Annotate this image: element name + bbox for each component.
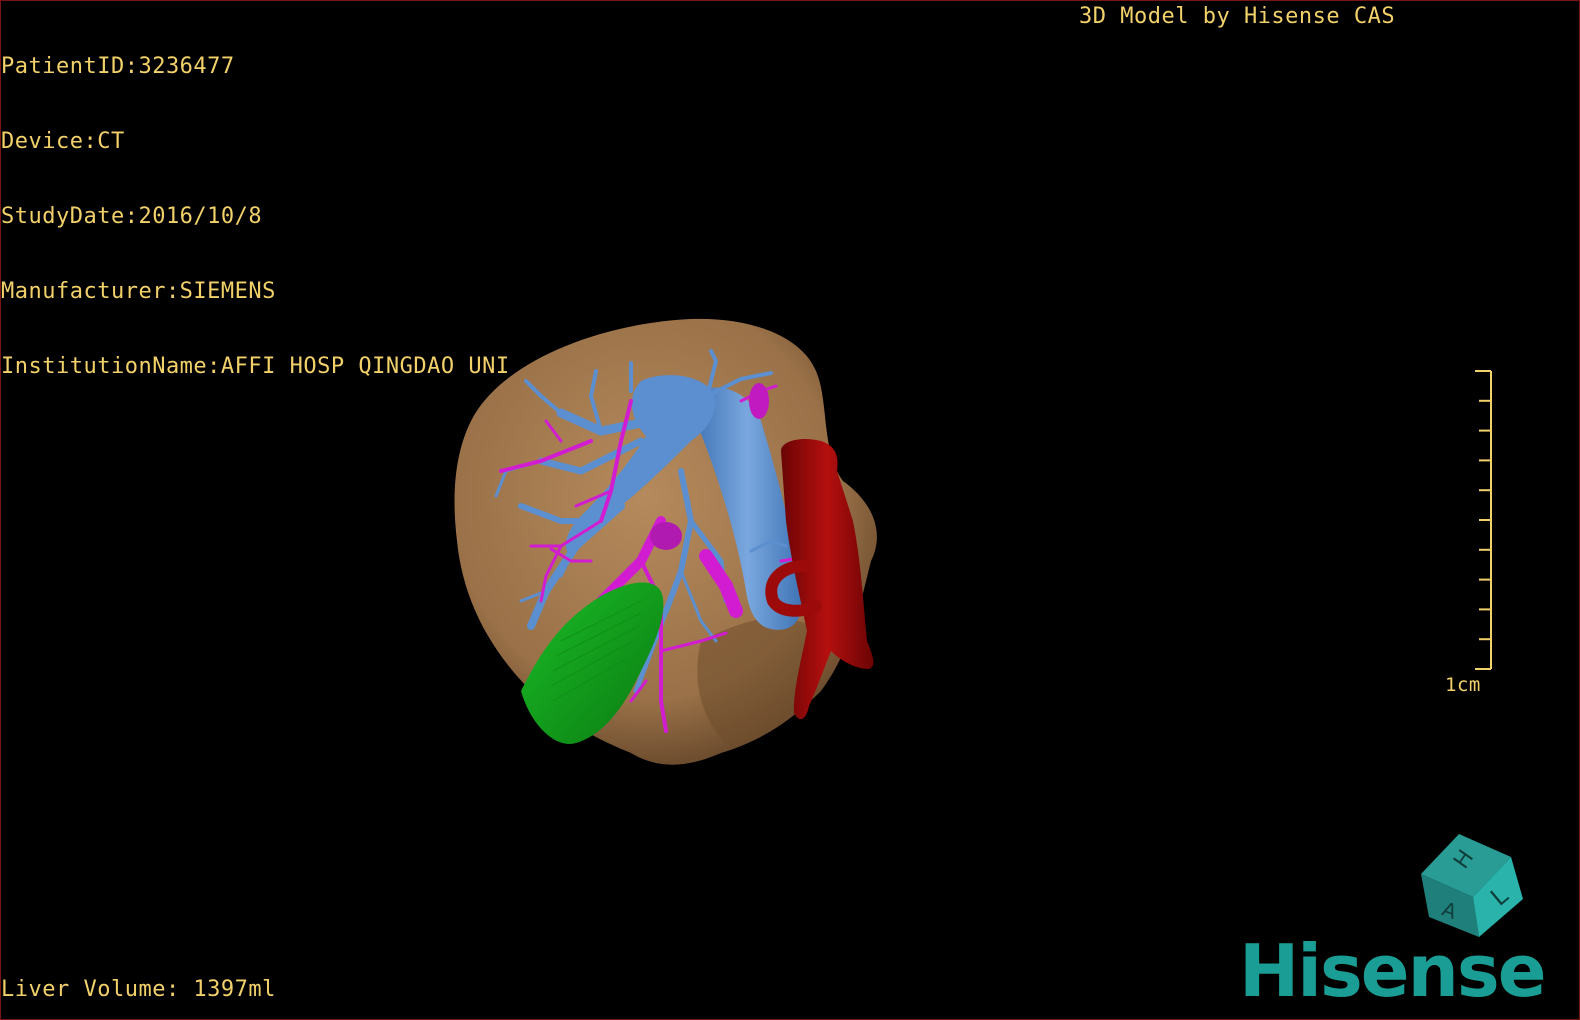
artery-bulb-right — [749, 383, 769, 419]
model-brand-caption: 3D Model by Hisense CAS — [1079, 4, 1396, 29]
scale-bar-label: 1cm — [1445, 674, 1481, 696]
dicom-info-panel: PatientID:3236477 Device:CT StudyDate:20… — [1, 4, 510, 429]
manufacturer: Manufacturer:SIEMENS — [1, 279, 276, 304]
orientation-cube[interactable]: H L A — [1411, 829, 1531, 944]
device: Device:CT — [1, 129, 125, 154]
patient-id: PatientID:3236477 — [1, 54, 235, 79]
study-date: StudyDate:2016/10/8 — [1, 204, 263, 229]
institution-name: InstitutionName:AFFI HOSP QINGDAO UNI — [1, 354, 510, 379]
3d-viewport[interactable]: PatientID:3236477 Device:CT StudyDate:20… — [0, 0, 1580, 1020]
scale-bar — [1475, 370, 1492, 670]
scale-ticks — [1475, 370, 1491, 670]
artery-bulb — [650, 522, 682, 550]
hisense-logo: Hisense — [1239, 929, 1547, 1013]
liver-volume-readout: Liver Volume: 1397ml — [1, 977, 276, 1002]
